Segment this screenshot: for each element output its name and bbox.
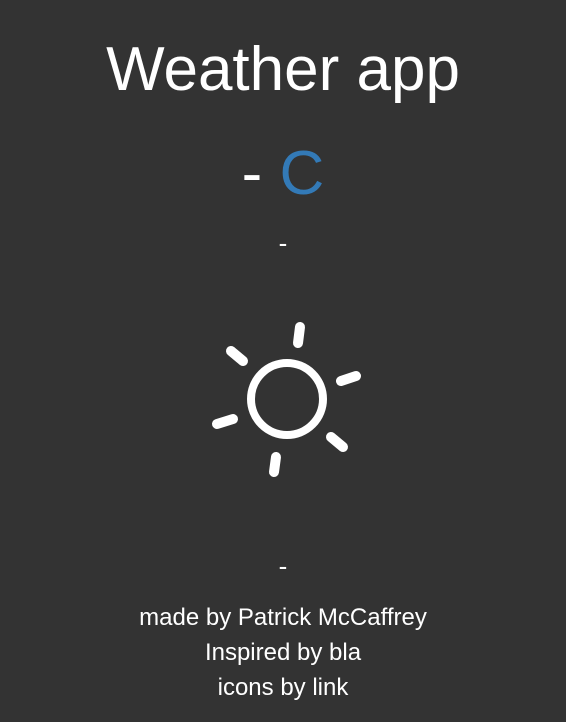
made-by-name: Patrick McCaffrey: [237, 604, 427, 631]
icons-by-line: icons by link: [0, 670, 566, 705]
made-by-prefix: made by: [139, 604, 238, 631]
location-text: -: [278, 551, 288, 581]
sun-icon: [212, 322, 361, 477]
icons-by-link[interactable]: link: [312, 674, 348, 701]
inspired-by-line: Inspired by bla: [0, 635, 566, 670]
icons-by-prefix: icons by: [217, 674, 313, 701]
unit-toggle[interactable]: C: [280, 139, 325, 208]
credits-footer: made by Patrick McCaffrey Inspired by bl…: [0, 600, 566, 705]
page-title: Weather app: [106, 35, 460, 104]
inspired-by-prefix: Inspired by: [204, 639, 330, 666]
weather-description: -: [278, 228, 288, 258]
temperature-display: - C: [0, 142, 566, 206]
inspired-by-link[interactable]: bla: [329, 639, 361, 666]
made-by-line: made by Patrick McCaffrey: [0, 600, 566, 635]
weather-icon-container: [203, 310, 373, 490]
temperature-value: -: [241, 139, 263, 208]
